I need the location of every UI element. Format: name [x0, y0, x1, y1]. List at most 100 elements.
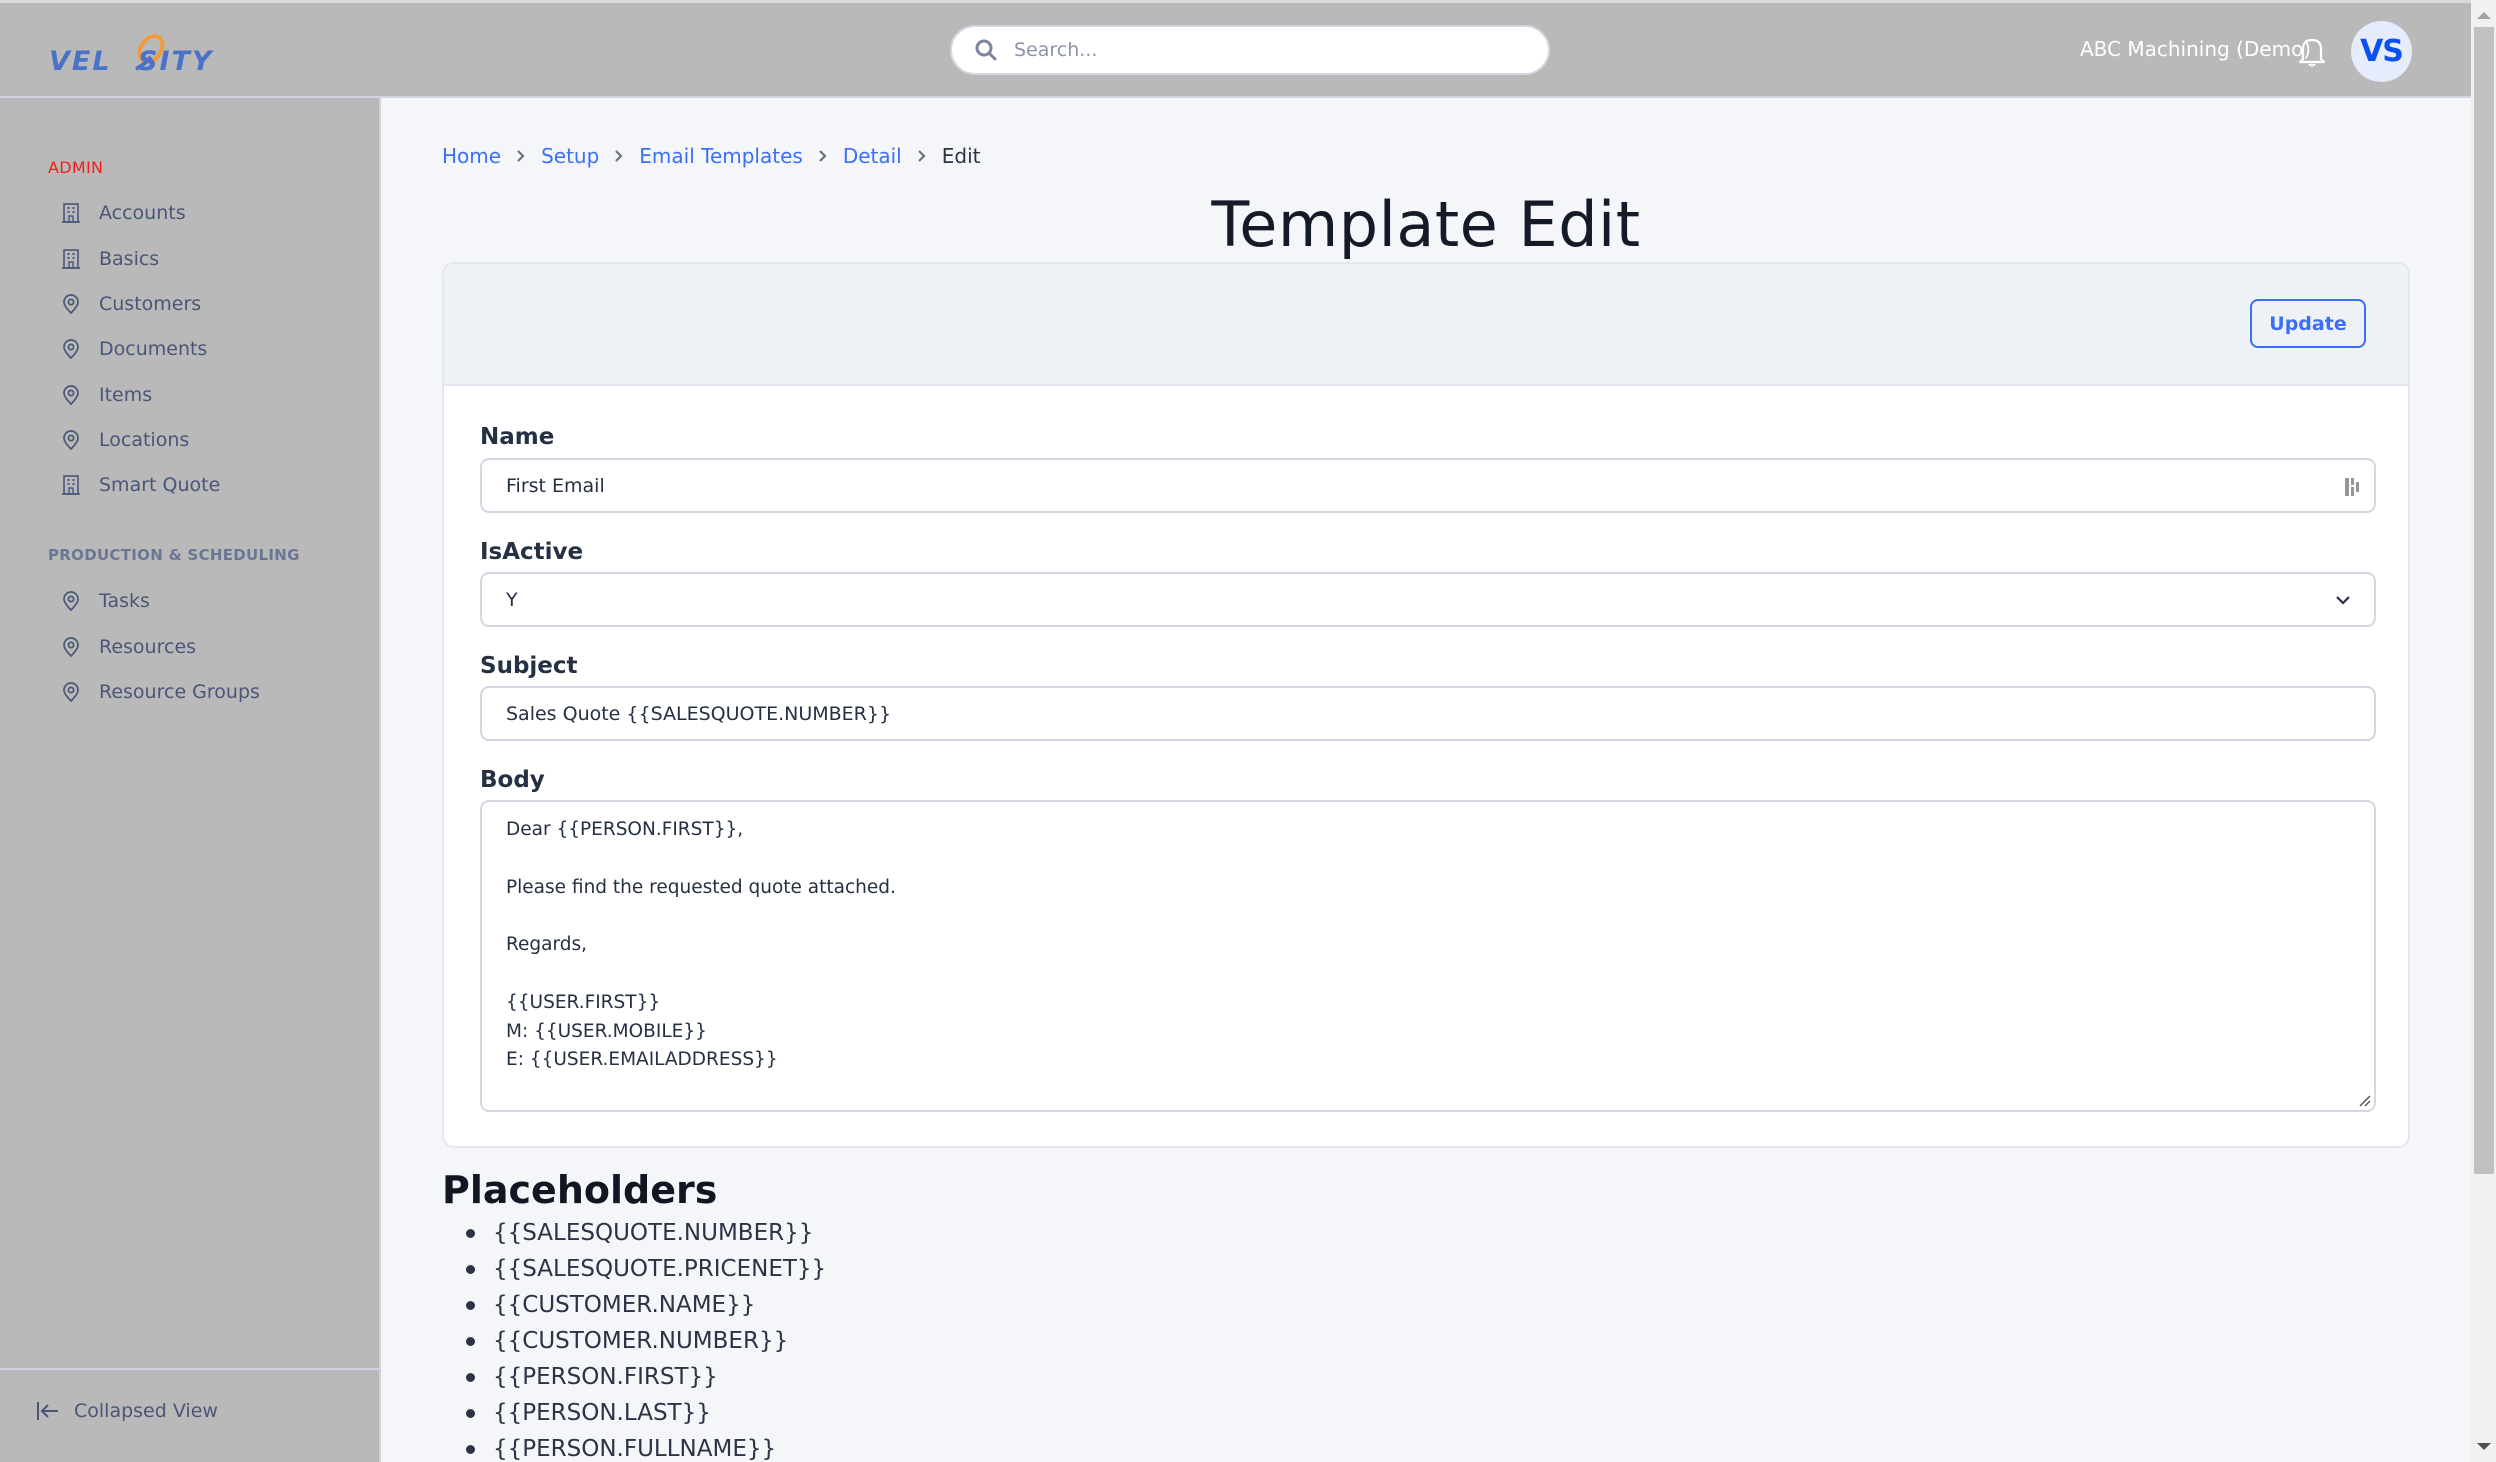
sidebar-item-label: Resources	[99, 636, 197, 658]
sidebar-item-locations[interactable]: Locations	[60, 422, 360, 458]
sidebar-item-label: Items	[99, 384, 153, 406]
sidebar-item-label: Resource Groups	[99, 681, 260, 703]
sidebar-item-label: Accounts	[99, 202, 186, 224]
building-icon	[62, 475, 80, 495]
bullet-icon	[466, 1264, 475, 1274]
bullet-icon	[466, 1372, 475, 1382]
placeholder-text: {{SALESQUOTE.NUMBER}}	[493, 1220, 814, 1246]
sidebar-item-items[interactable]: Items	[60, 377, 360, 413]
bullet-icon	[466, 1408, 475, 1418]
sidebar-item-resources[interactable]: Resources	[60, 629, 360, 665]
placeholder-item: {{PERSON.LAST}}	[466, 1395, 826, 1431]
placeholders-list: {{SALESQUOTE.NUMBER}} {{SALESQUOTE.PRICE…	[466, 1215, 826, 1462]
logo-icon: VEL SITY	[49, 34, 212, 77]
template-edit-card: Update Name IsActive Y Subject Body Dear…	[442, 262, 2410, 1148]
chevron-right-icon	[819, 150, 827, 162]
chevron-right-icon	[615, 150, 623, 162]
isactive-selected-value: Y	[506, 588, 518, 611]
subject-label: Subject	[480, 653, 578, 679]
placeholder-text: {{PERSON.FULLNAME}}	[493, 1436, 777, 1462]
sidebar-item-customers[interactable]: Customers	[60, 286, 360, 322]
map-pin-icon	[63, 682, 79, 703]
bullet-icon	[466, 1444, 475, 1454]
body-textarea[interactable]: Dear {{PERSON.FIRST}}, Please find the r…	[482, 802, 2374, 1110]
scroll-up-arrow-icon[interactable]	[2477, 12, 2491, 19]
placeholder-item: {{PERSON.FULLNAME}}	[466, 1431, 826, 1462]
tenant-name[interactable]: ABC Machining (Demo)	[2080, 37, 2311, 61]
breadcrumb-home[interactable]: Home	[442, 144, 501, 168]
search-icon	[975, 39, 997, 61]
sidebar: ADMIN Accounts Basics Customers Document…	[0, 98, 381, 1462]
breadcrumb-detail[interactable]: Detail	[843, 144, 902, 168]
sidebar-item-documents[interactable]: Documents	[60, 331, 360, 367]
collapsed-view-label: Collapsed View	[74, 1400, 218, 1422]
resize-handle-icon[interactable]	[2358, 1094, 2372, 1108]
subject-input[interactable]	[506, 702, 2306, 725]
breadcrumb-setup[interactable]: Setup	[541, 144, 599, 168]
velosity-logo[interactable]: VEL SITY	[48, 27, 238, 77]
sidebar-item-accounts[interactable]: Accounts	[60, 195, 360, 231]
password-manager-icon[interactable]	[2344, 476, 2362, 498]
chevron-right-icon	[517, 150, 525, 162]
placeholders-heading: Placeholders	[442, 1168, 718, 1212]
page-scrollbar[interactable]	[2471, 0, 2496, 1462]
placeholder-item: {{CUSTOMER.NUMBER}}	[466, 1323, 826, 1359]
sidebar-item-tasks[interactable]: Tasks	[60, 583, 360, 619]
placeholder-text: {{PERSON.LAST}}	[493, 1400, 711, 1426]
chevron-right-icon	[917, 150, 926, 162]
card-header: Update	[444, 264, 2408, 386]
sidebar-item-basics[interactable]: Basics	[60, 241, 360, 277]
collapsed-view-button[interactable]: Collapsed View	[36, 1400, 218, 1422]
sidebar-item-label: Basics	[99, 248, 160, 270]
name-field[interactable]	[480, 458, 2376, 513]
placeholder-text: {{CUSTOMER.NAME}}	[493, 1292, 756, 1318]
map-pin-icon	[63, 637, 79, 658]
bell-icon	[2298, 38, 2326, 67]
map-pin-icon	[63, 430, 79, 451]
map-pin-icon	[63, 385, 79, 406]
placeholder-item: {{SALESQUOTE.NUMBER}}	[466, 1215, 826, 1251]
bullet-icon	[466, 1336, 475, 1346]
bullet-icon	[466, 1300, 475, 1310]
update-button[interactable]: Update	[2250, 299, 2366, 348]
building-icon	[62, 249, 80, 269]
isactive-label: IsActive	[480, 539, 584, 565]
sidebar-footer: Collapsed View	[0, 1368, 379, 1462]
subject-field[interactable]	[480, 686, 2376, 741]
body-field[interactable]: Dear {{PERSON.FIRST}}, Please find the r…	[480, 800, 2376, 1112]
sidebar-item-label: Documents	[99, 338, 208, 360]
breadcrumb-email-templates[interactable]: Email Templates	[639, 144, 803, 168]
building-icon	[62, 203, 80, 223]
sidebar-item-label: Smart Quote	[99, 474, 221, 496]
sidebar-item-smart-quote[interactable]: Smart Quote	[60, 467, 360, 503]
scroll-down-arrow-icon[interactable]	[2477, 1443, 2491, 1450]
placeholder-text: {{SALESQUOTE.PRICENET}}	[493, 1256, 827, 1282]
map-pin-icon	[63, 294, 79, 315]
page-title: Template Edit	[1211, 188, 1641, 261]
placeholder-item: {{SALESQUOTE.PRICENET}}	[466, 1251, 826, 1287]
search-input[interactable]	[1014, 39, 1514, 61]
sidebar-item-label: Customers	[99, 293, 202, 315]
chevron-down-icon	[2336, 596, 2350, 605]
collapse-left-icon	[37, 1402, 58, 1420]
sidebar-item-resource-groups[interactable]: Resource Groups	[60, 674, 360, 710]
map-pin-icon	[63, 591, 79, 612]
name-label: Name	[480, 424, 555, 450]
breadcrumb-current: Edit	[941, 144, 981, 168]
placeholder-item: {{CUSTOMER.NAME}}	[466, 1287, 826, 1323]
bullet-icon	[466, 1228, 475, 1238]
notifications-button[interactable]	[2298, 35, 2326, 67]
placeholder-text: {{CUSTOMER.NUMBER}}	[493, 1328, 789, 1354]
sidebar-section-production: PRODUCTION & SCHEDULING	[48, 546, 300, 564]
search-bar[interactable]	[950, 25, 1550, 75]
user-avatar[interactable]: VS	[2351, 21, 2412, 82]
isactive-select[interactable]: Y	[480, 572, 2376, 627]
top-header: VEL SITY ABC Machining (Demo) VS	[0, 0, 2471, 98]
svg-text:VEL: VEL	[49, 46, 112, 77]
name-input[interactable]	[506, 474, 2306, 497]
scrollbar-thumb[interactable]	[2474, 27, 2494, 1174]
sidebar-item-label: Locations	[99, 429, 190, 451]
placeholder-item: {{PERSON.FIRST}}	[466, 1359, 826, 1395]
map-pin-icon	[63, 339, 79, 360]
placeholder-text: {{PERSON.FIRST}}	[493, 1364, 718, 1390]
